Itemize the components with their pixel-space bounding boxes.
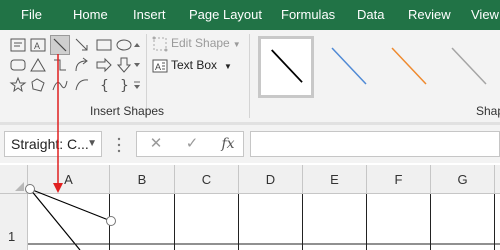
cell-d1[interactable]	[239, 194, 303, 250]
cancel-button[interactable]: ✕	[141, 132, 171, 156]
name-box-value: Straight: C...	[11, 136, 89, 152]
shape-styles-group-label: Shap	[476, 104, 500, 118]
text-box-label: Text Box	[171, 58, 218, 73]
row-number: 1	[8, 229, 16, 244]
insert-shapes-group-label: Insert Shapes	[90, 104, 165, 118]
star-shape-icon[interactable]	[9, 76, 27, 94]
tab-data[interactable]: Data	[355, 0, 386, 30]
name-box[interactable]: Straight: C... ▼	[4, 131, 102, 157]
down-arrow-shape-icon[interactable]	[115, 56, 133, 74]
ribbon-separator	[249, 34, 250, 118]
cell-c1[interactable]	[175, 194, 239, 250]
column-header-g[interactable]: G	[431, 165, 495, 194]
formula-bar-grip[interactable]	[116, 135, 122, 155]
svg-text:A: A	[34, 41, 40, 51]
row-header-1[interactable]: 1	[0, 194, 28, 250]
svg-text:A: A	[155, 62, 161, 72]
shapes-more-button[interactable]	[132, 76, 142, 94]
freeform-shape-icon[interactable]	[29, 76, 47, 94]
column-header-e[interactable]: E	[303, 165, 367, 194]
right-arrow-shape-icon[interactable]	[95, 56, 113, 74]
left-brace-shape-icon[interactable]: {	[95, 76, 113, 94]
tab-view[interactable]: View	[469, 0, 500, 30]
cell-a1[interactable]	[28, 194, 110, 250]
triangle-shape-icon[interactable]	[29, 56, 47, 74]
column-header-a[interactable]: A	[28, 165, 110, 194]
text-box-button[interactable]: A Text Box ▼	[152, 58, 232, 74]
chevron-down-icon[interactable]: ▼	[87, 132, 97, 156]
formula-bar: Straight: C... ▼ ✕ ✓ fx	[0, 125, 500, 163]
tab-review[interactable]: Review	[406, 0, 453, 30]
column-header-row: A B C D E F G	[0, 165, 500, 194]
line-shape-icon[interactable]	[50, 35, 70, 55]
oval-shape-icon[interactable]	[115, 36, 133, 54]
worksheet: A B C D E F G 1	[0, 163, 500, 250]
enter-button[interactable]: ✓	[177, 132, 207, 156]
formula-input[interactable]	[250, 131, 500, 157]
cell-e1[interactable]	[303, 194, 367, 250]
shapes-gallery: A { }	[7, 34, 133, 96]
edit-shape-icon	[152, 36, 168, 52]
vertical-text-box-shape-icon[interactable]: A	[29, 36, 47, 54]
tab-page-layout[interactable]: Page Layout	[187, 0, 264, 30]
tab-formulas[interactable]: Formulas	[279, 0, 337, 30]
arrow-line-shape-icon[interactable]	[73, 36, 91, 54]
edit-shape-button[interactable]: Edit Shape ▼	[152, 36, 241, 52]
column-header-f[interactable]: F	[367, 165, 431, 194]
shape-style-gray[interactable]	[440, 36, 496, 98]
text-box-icon: A	[152, 58, 168, 74]
tab-home[interactable]: Home	[71, 0, 110, 30]
column-header-d[interactable]: D	[239, 165, 303, 194]
right-brace-shape-icon[interactable]: }	[115, 76, 133, 94]
tab-file[interactable]: File	[19, 0, 44, 30]
elbow-connector-shape-icon[interactable]	[51, 56, 69, 74]
shapes-scroll-down-button[interactable]	[132, 56, 142, 74]
cell-g1[interactable]	[431, 194, 495, 250]
arc-shape-icon[interactable]	[73, 76, 91, 94]
select-all-button[interactable]	[0, 165, 28, 194]
svg-text:{: {	[100, 78, 109, 94]
shape-style-orange[interactable]	[380, 36, 436, 98]
tab-insert[interactable]: Insert	[131, 0, 168, 30]
rectangle-shape-icon[interactable]	[95, 36, 113, 54]
shapes-scroll-up-button[interactable]	[132, 36, 142, 54]
text-box-shape-icon[interactable]	[9, 36, 27, 54]
insert-function-button[interactable]: fx	[213, 132, 243, 156]
curved-arrow-shape-icon[interactable]	[73, 56, 91, 74]
edit-shape-label: Edit Shape	[171, 36, 230, 51]
svg-text:}: }	[120, 78, 129, 94]
shape-styles-gallery	[258, 36, 500, 98]
rounded-rectangle-shape-icon[interactable]	[9, 56, 27, 74]
shape-style-blue[interactable]	[320, 36, 376, 98]
cell-f1[interactable]	[367, 194, 431, 250]
cell-b1[interactable]	[110, 194, 175, 250]
curve-shape-icon[interactable]	[51, 76, 69, 94]
formula-buttons: ✕ ✓ fx	[136, 131, 244, 157]
column-header-b[interactable]: B	[110, 165, 175, 194]
column-header-c[interactable]: C	[175, 165, 239, 194]
shape-style-black[interactable]	[258, 36, 314, 98]
ribbon-tab-bar: File Home Insert Page Layout Formulas Da…	[0, 0, 500, 30]
